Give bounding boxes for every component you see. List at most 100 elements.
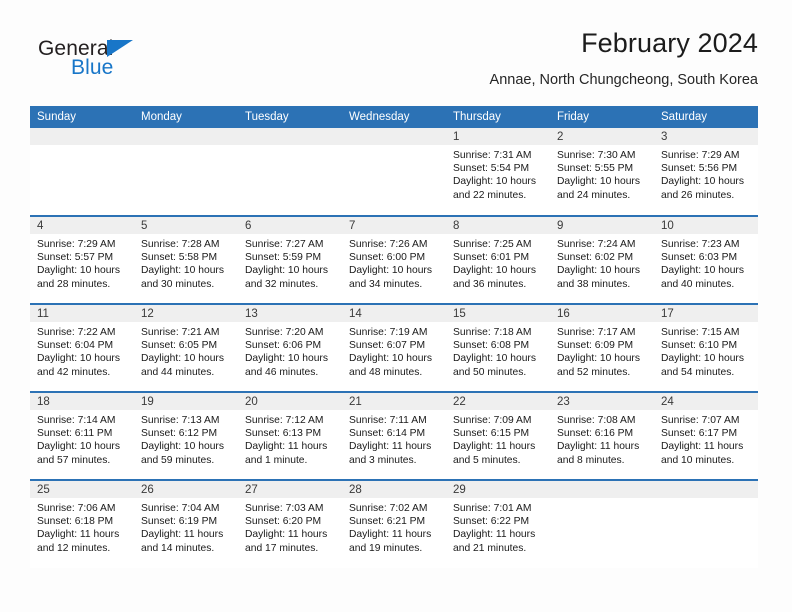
calendar-week-row: 18 Sunrise: 7:14 AM Sunset: 6:11 PM Dayligh… (30, 391, 758, 480)
calendar-body: 1 Sunrise: 7:31 AM Sunset: 5:54 PM Daylight… (30, 128, 758, 568)
day-details: Sunrise: 7:28 AM Sunset: 5:58 PM Daylight:… (134, 234, 238, 291)
sunset-time: Sunset: 6:09 PM (557, 340, 634, 352)
calendar-day-cell[interactable]: 22 Sunrise: 7:09 AM Sunset: 6:15 PM Dayligh… (446, 391, 550, 480)
page-title: February 2024 (581, 28, 758, 58)
daylight-duration-line2: and 32 minutes. (245, 278, 319, 290)
daylight-duration-line1: Daylight: 11 hours (453, 441, 536, 453)
sunset-time: Sunset: 6:16 PM (557, 428, 634, 440)
sunset-time: Sunset: 6:08 PM (453, 340, 530, 352)
day-number: 10 (654, 217, 758, 234)
day-details: Sunrise: 7:27 AM Sunset: 5:59 PM Daylight:… (238, 234, 342, 291)
sunrise-time: Sunrise: 7:17 AM (557, 327, 636, 338)
calendar-day-cell[interactable]: 24 Sunrise: 7:07 AM Sunset: 6:17 PM Dayligh… (654, 391, 758, 480)
day-number (30, 128, 134, 145)
sunrise-time: Sunrise: 7:25 AM (453, 239, 532, 250)
calendar-empty-cell (30, 128, 134, 216)
day-details: Sunrise: 7:04 AM Sunset: 6:19 PM Daylight:… (134, 498, 238, 555)
calendar-header-row: Sunday Monday Tuesday Wednesday Thursday Frid… (30, 106, 758, 128)
calendar-day-cell[interactable]: 8 Sunrise: 7:25 AM Sunset: 6:01 PM Daylight… (446, 215, 550, 304)
calendar-day-cell[interactable]: 21 Sunrise: 7:11 AM Sunset: 6:14 PM Dayligh… (342, 391, 446, 480)
daylight-duration-line2: and 22 minutes. (453, 189, 527, 201)
calendar-day-cell[interactable]: 15 Sunrise: 7:18 AM Sunset: 6:08 PM Dayligh… (446, 303, 550, 392)
calendar-day-cell[interactable]: 23 Sunrise: 7:08 AM Sunset: 6:16 PM Dayligh… (550, 391, 654, 480)
day-details: Sunrise: 7:02 AM Sunset: 6:21 PM Daylight:… (342, 498, 446, 555)
brand-logo[interactable]: General Blue (38, 38, 218, 88)
daylight-duration-line1: Daylight: 11 hours (37, 529, 120, 541)
day-number: 2 (550, 128, 654, 145)
calendar-day-cell[interactable]: 18 Sunrise: 7:14 AM Sunset: 6:11 PM Dayligh… (30, 391, 134, 480)
daylight-duration-line1: Daylight: 10 hours (37, 265, 120, 277)
calendar-day-cell[interactable]: 17 Sunrise: 7:15 AM Sunset: 6:10 PM Dayligh… (654, 303, 758, 392)
daylight-duration-line1: Daylight: 10 hours (141, 441, 224, 453)
calendar-day-cell[interactable]: 13 Sunrise: 7:20 AM Sunset: 6:06 PM Dayligh… (238, 303, 342, 392)
calendar-day-cell[interactable]: 29 Sunrise: 7:01 AM Sunset: 6:22 PM Dayligh… (446, 479, 550, 568)
day-number: 8 (446, 217, 550, 234)
day-number: 20 (238, 393, 342, 410)
day-details: Sunrise: 7:03 AM Sunset: 6:20 PM Daylight:… (238, 498, 342, 555)
weekday-header-saturday: Saturday (654, 106, 758, 128)
sunset-time: Sunset: 6:12 PM (141, 428, 218, 440)
sunrise-time: Sunrise: 7:21 AM (141, 327, 220, 338)
calendar-day-cell[interactable]: 9 Sunrise: 7:24 AM Sunset: 6:02 PM Daylight… (550, 215, 654, 304)
day-details: Sunrise: 7:24 AM Sunset: 6:02 PM Daylight:… (550, 234, 654, 291)
brand-name-blue: Blue (71, 56, 114, 79)
calendar-empty-cell (654, 479, 758, 568)
calendar-day-cell[interactable]: 6 Sunrise: 7:27 AM Sunset: 5:59 PM Daylight… (238, 215, 342, 304)
weekday-header-monday: Monday (134, 106, 238, 128)
sunrise-time: Sunrise: 7:01 AM (453, 503, 532, 514)
sunset-time: Sunset: 6:18 PM (37, 516, 114, 528)
daylight-duration-line2: and 40 minutes. (661, 278, 735, 290)
day-number: 18 (30, 393, 134, 410)
calendar-day-cell[interactable]: 1 Sunrise: 7:31 AM Sunset: 5:54 PM Daylight… (446, 128, 550, 216)
daylight-duration-line2: and 46 minutes. (245, 366, 319, 378)
day-details: Sunrise: 7:17 AM Sunset: 6:09 PM Daylight:… (550, 322, 654, 379)
calendar-day-cell[interactable]: 14 Sunrise: 7:19 AM Sunset: 6:07 PM Dayligh… (342, 303, 446, 392)
daylight-duration-line2: and 44 minutes. (141, 366, 215, 378)
sunset-time: Sunset: 6:19 PM (141, 516, 218, 528)
calendar-week-row: 1 Sunrise: 7:31 AM Sunset: 5:54 PM Daylight… (30, 128, 758, 216)
day-number: 7 (342, 217, 446, 234)
day-details: Sunrise: 7:06 AM Sunset: 6:18 PM Daylight:… (30, 498, 134, 555)
calendar-day-cell[interactable]: 4 Sunrise: 7:29 AM Sunset: 5:57 PM Daylight… (30, 215, 134, 304)
calendar-day-cell[interactable]: 27 Sunrise: 7:03 AM Sunset: 6:20 PM Dayligh… (238, 479, 342, 568)
sunrise-time: Sunrise: 7:18 AM (453, 327, 532, 338)
daylight-duration-line1: Daylight: 10 hours (141, 353, 224, 365)
day-details: Sunrise: 7:14 AM Sunset: 6:11 PM Daylight:… (30, 410, 134, 467)
calendar-day-cell[interactable]: 7 Sunrise: 7:26 AM Sunset: 6:00 PM Daylight… (342, 215, 446, 304)
sunset-time: Sunset: 5:55 PM (557, 163, 634, 175)
sunrise-time: Sunrise: 7:28 AM (141, 239, 220, 250)
calendar-week-row: 11 Sunrise: 7:22 AM Sunset: 6:04 PM Dayligh… (30, 303, 758, 392)
calendar-empty-cell (342, 128, 446, 216)
day-details: Sunrise: 7:23 AM Sunset: 6:03 PM Daylight:… (654, 234, 758, 291)
daylight-duration-line1: Daylight: 11 hours (349, 529, 432, 541)
calendar-day-cell[interactable]: 5 Sunrise: 7:28 AM Sunset: 5:58 PM Daylight… (134, 215, 238, 304)
calendar-day-cell[interactable]: 2 Sunrise: 7:30 AM Sunset: 5:55 PM Daylight… (550, 128, 654, 216)
day-number: 15 (446, 305, 550, 322)
day-details: Sunrise: 7:07 AM Sunset: 6:17 PM Daylight:… (654, 410, 758, 467)
day-number: 19 (134, 393, 238, 410)
calendar-day-cell[interactable]: 3 Sunrise: 7:29 AM Sunset: 5:56 PM Daylight… (654, 128, 758, 216)
day-details: Sunrise: 7:12 AM Sunset: 6:13 PM Daylight:… (238, 410, 342, 467)
calendar-day-cell[interactable]: 12 Sunrise: 7:21 AM Sunset: 6:05 PM Dayligh… (134, 303, 238, 392)
calendar-day-cell[interactable]: 20 Sunrise: 7:12 AM Sunset: 6:13 PM Dayligh… (238, 391, 342, 480)
calendar-day-cell[interactable]: 11 Sunrise: 7:22 AM Sunset: 6:04 PM Dayligh… (30, 303, 134, 392)
calendar-day-cell[interactable]: 28 Sunrise: 7:02 AM Sunset: 6:21 PM Dayligh… (342, 479, 446, 568)
calendar-day-cell[interactable]: 26 Sunrise: 7:04 AM Sunset: 6:19 PM Dayligh… (134, 479, 238, 568)
sunrise-time: Sunrise: 7:22 AM (37, 327, 116, 338)
sunset-time: Sunset: 6:13 PM (245, 428, 322, 440)
daylight-duration-line2: and 42 minutes. (37, 366, 111, 378)
sunset-time: Sunset: 6:02 PM (557, 252, 634, 264)
calendar-day-cell[interactable]: 10 Sunrise: 7:23 AM Sunset: 6:03 PM Dayligh… (654, 215, 758, 304)
day-number: 13 (238, 305, 342, 322)
daylight-duration-line1: Daylight: 10 hours (661, 265, 744, 277)
calendar-day-cell[interactable]: 25 Sunrise: 7:06 AM Sunset: 6:18 PM Dayligh… (30, 479, 134, 568)
sunrise-time: Sunrise: 7:29 AM (661, 150, 740, 161)
daylight-duration-line2: and 59 minutes. (141, 454, 215, 466)
sunset-time: Sunset: 6:10 PM (661, 340, 738, 352)
calendar-day-cell[interactable]: 19 Sunrise: 7:13 AM Sunset: 6:12 PM Dayligh… (134, 391, 238, 480)
calendar-day-cell[interactable]: 16 Sunrise: 7:17 AM Sunset: 6:09 PM Dayligh… (550, 303, 654, 392)
sunrise-time: Sunrise: 7:07 AM (661, 415, 740, 426)
day-number: 11 (30, 305, 134, 322)
sunset-time: Sunset: 6:00 PM (349, 252, 426, 264)
calendar-week-row: 25 Sunrise: 7:06 AM Sunset: 6:18 PM Dayligh… (30, 479, 758, 568)
